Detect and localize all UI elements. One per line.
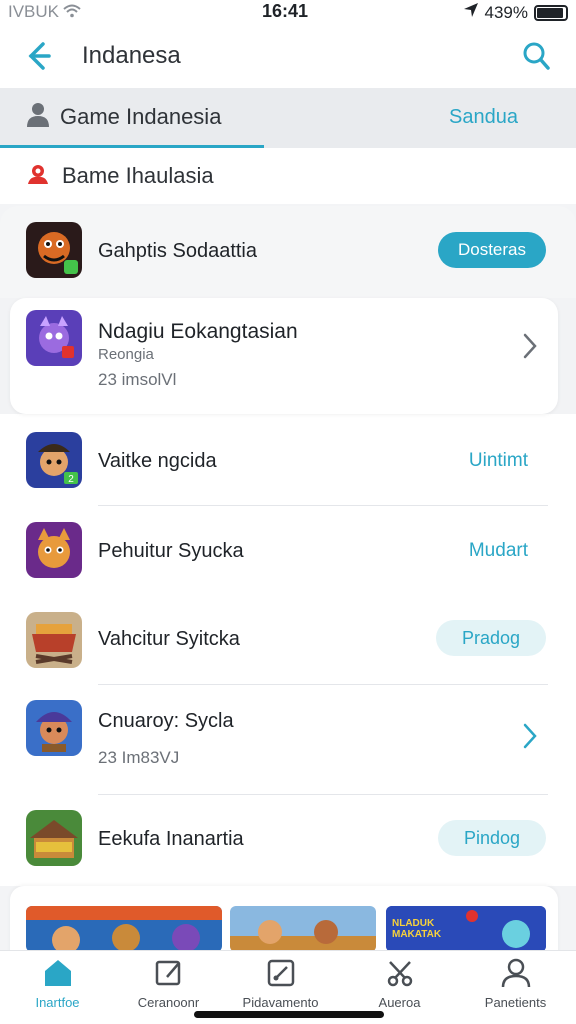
game-name: Vahcitur Syitcka	[98, 628, 240, 650]
install-button[interactable]: Uintimt	[469, 450, 528, 472]
promo-banner-strip: NLADUK MAKATAK	[10, 886, 558, 956]
person-icon	[24, 100, 52, 133]
install-button[interactable]: Pindog	[437, 820, 546, 856]
clock: 16:41	[262, 1, 309, 21]
battery-percent: 439%	[484, 2, 528, 22]
status-right: 439%	[463, 2, 568, 23]
tab-edit[interactable]: Ceranoonr	[111, 957, 226, 1010]
game-size: 23 Im83VJ	[98, 748, 180, 767]
promo-banner[interactable]	[26, 906, 222, 952]
tab-label: Ceranoonr	[137, 995, 200, 1010]
search-icon[interactable]	[520, 40, 552, 72]
list-item[interactable]: Pehuitur Syucka Mudart	[0, 506, 576, 596]
promo-banner[interactable]: NLADUK MAKATAK	[386, 906, 546, 952]
game-size: 23 imsolVl	[98, 370, 177, 389]
game-name: Gahptis Sodaattia	[98, 240, 257, 262]
chevron-right-icon[interactable]	[522, 722, 538, 758]
list-item[interactable]: Vahcitur Syitcka Pradog	[0, 596, 576, 684]
list-item[interactable]: Eekufa Inanartia Pindog	[0, 794, 576, 886]
pen-icon	[267, 959, 294, 987]
tab-label: Game Indanesia	[60, 103, 222, 129]
game-name: Vaitke ngcida	[98, 450, 217, 472]
scissors-icon	[387, 961, 412, 987]
svg-text:2: 2	[68, 474, 74, 485]
list-item[interactable]: Gahptis Sodaattia Dosteras	[0, 206, 576, 298]
tab-profile[interactable]: Panetients	[458, 957, 573, 1010]
carrier-label: IVBUK	[8, 2, 60, 21]
wifi-icon	[63, 4, 81, 21]
status-bar: IVBUK 16:41 439%	[0, 0, 576, 24]
bottom-tab-bar: Inartfoe Ceranoonr Pidavamento Aueroa Pa…	[0, 950, 576, 1024]
tab-sandua[interactable]: Sandua	[449, 106, 518, 129]
list-item[interactable]: Cnuaroy: Sycla 23 Im83VJ	[0, 684, 576, 794]
tab-label: Inartfoe	[35, 995, 80, 1010]
list-item[interactable]: 2 Vaitke ngcida Uintimt	[0, 414, 576, 506]
tab-tools[interactable]: Aueroa	[342, 957, 457, 1010]
install-button[interactable]: Mudart	[469, 540, 528, 562]
game-name: Ndagiu Eokangtasian	[98, 320, 298, 343]
game-icon: 2	[26, 432, 82, 488]
game-name: Eekufa Inanartia	[98, 828, 244, 850]
game-name: Cnuaroy: Sycla	[98, 710, 234, 732]
chevron-right-icon[interactable]	[522, 332, 538, 368]
category-tabs: Game Indanesia Sandua	[0, 88, 576, 148]
list-item[interactable]: Ndagiu Eokangtasian Reongia 23 imsolVl	[0, 298, 576, 414]
back-icon[interactable]	[20, 36, 56, 76]
tab-label: Pidavamento	[242, 995, 319, 1010]
install-button[interactable]: Pradog	[435, 620, 546, 656]
tab-game-indanesia[interactable]: Game Indanesia	[0, 88, 264, 148]
section-header: Bame Ihaulasia	[0, 148, 576, 204]
game-icon	[26, 310, 82, 366]
game-icon	[26, 612, 82, 668]
location-arrow-icon	[463, 2, 479, 23]
tab-home[interactable]: Inartfoe	[0, 957, 115, 1010]
section-person-icon	[26, 162, 50, 191]
game-icon	[26, 522, 82, 578]
section-title: Bame Ihaulasia	[62, 163, 214, 188]
game-icon	[26, 222, 82, 278]
tab-pen[interactable]: Pidavamento	[223, 957, 338, 1010]
page-title: Indanesa	[82, 42, 181, 69]
home-icon	[44, 960, 71, 986]
game-icon	[26, 700, 82, 756]
home-indicator	[194, 1011, 384, 1018]
nav-bar: Indanesa	[0, 24, 576, 88]
game-icon	[26, 810, 82, 866]
game-developer: Reongia	[98, 346, 154, 363]
game-name: Pehuitur Syucka	[98, 540, 244, 562]
carrier-group: IVBUK	[8, 2, 81, 22]
tab-label: Aueroa	[378, 995, 421, 1010]
install-button[interactable]: Dosteras	[437, 232, 546, 268]
tab-label: Panetients	[484, 995, 547, 1010]
edit-icon	[155, 960, 180, 986]
battery-icon	[534, 4, 568, 21]
profile-icon	[501, 958, 530, 988]
banner-text: NLADUK MAKATAK	[392, 918, 442, 940]
promo-banner[interactable]	[230, 906, 376, 952]
